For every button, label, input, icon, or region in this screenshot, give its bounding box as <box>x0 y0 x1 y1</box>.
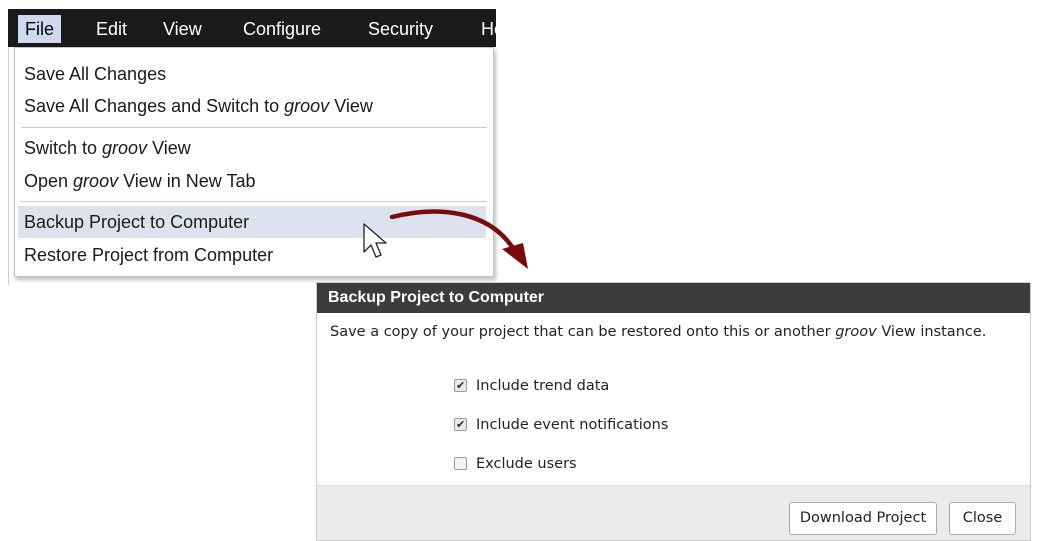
restore-label: Restore Project from Computer <box>24 245 274 265</box>
menu-bar: File Edit View Configure Security He <box>8 9 496 47</box>
menu-edit[interactable]: Edit <box>89 15 134 43</box>
backup-label: Backup Project to Computer <box>24 212 250 232</box>
view-suffix: View <box>329 96 373 116</box>
menu-item-switch-to-groov[interactable]: Switch to groov View <box>15 132 493 164</box>
desc-text: Save a copy of your project that can be … <box>330 324 836 340</box>
switch-label: Switch to <box>24 138 103 158</box>
save-all-label: Save All Changes <box>24 64 167 84</box>
menu-configure[interactable]: Configure <box>236 15 328 43</box>
curved-arrow-icon <box>389 209 528 269</box>
mouse-pointer-icon <box>363 223 387 258</box>
menu-separator <box>21 127 487 128</box>
menu-item-save-and-switch[interactable]: Save All Changes and Switch to groov Vie… <box>15 90 493 122</box>
groov-brand: groov <box>102 138 148 158</box>
menu-item-save-all[interactable]: Save All Changes <box>15 58 493 90</box>
menu-help[interactable]: He <box>474 15 496 43</box>
option-include-trend-data[interactable]: ✔ Include trend data <box>454 376 609 396</box>
view-suffix: View <box>147 138 191 158</box>
exclude-users-label: Exclude users <box>476 456 577 472</box>
groov-brand: groov <box>284 96 330 116</box>
menu-security[interactable]: Security <box>361 15 440 43</box>
check-icon: ✔ <box>456 379 466 392</box>
open-label: Open <box>24 171 74 191</box>
groov-brand: groov <box>73 171 119 191</box>
dialog-description: Save a copy of your project that can be … <box>330 324 986 340</box>
trend-data-label: Include trend data <box>476 378 610 394</box>
option-include-event-notifications[interactable]: ✔ Include event notifications <box>454 415 668 435</box>
option-exclude-users[interactable]: Exclude users <box>454 454 577 474</box>
groov-brand: groov <box>835 324 877 340</box>
open-suffix: View in New Tab <box>118 171 256 191</box>
exclude-users-checkbox[interactable] <box>454 457 467 470</box>
trend-data-checkbox[interactable]: ✔ <box>454 379 467 392</box>
menu-view[interactable]: View <box>156 15 209 43</box>
dialog-footer: Download Project Close <box>317 485 1030 540</box>
save-switch-label: Save All Changes and Switch to <box>24 96 285 116</box>
close-button[interactable]: Close <box>949 502 1016 535</box>
event-notifications-checkbox[interactable]: ✔ <box>454 418 467 431</box>
desc-suffix: View instance. <box>876 324 987 340</box>
download-project-button[interactable]: Download Project <box>789 502 937 535</box>
check-icon: ✔ <box>456 418 466 431</box>
backup-dialog: Backup Project to Computer Save a copy o… <box>316 282 1031 541</box>
menu-item-open-new-tab[interactable]: Open groov View in New Tab <box>15 165 493 197</box>
menu-file[interactable]: File <box>18 15 62 43</box>
event-notifications-label: Include event notifications <box>476 417 669 433</box>
dialog-title: Backup Project to Computer <box>317 283 1030 313</box>
